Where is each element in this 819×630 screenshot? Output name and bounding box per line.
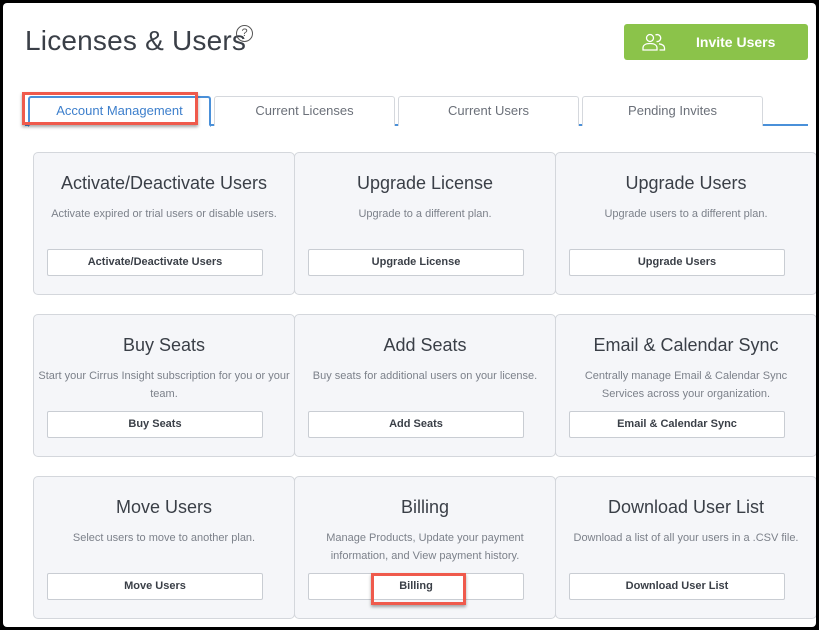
card-title: Upgrade License [356,173,494,193]
card-email-calendar-sync: Email & Calendar Sync Centrally manage E… [555,314,816,457]
page-title: Licenses & Users [25,25,247,56]
card-title: Activate/Deactivate Users [60,173,268,193]
tab-account-management[interactable]: Account Management [28,96,211,127]
move-users-button[interactable]: Move Users [47,573,263,600]
add-seats-button[interactable]: Add Seats [308,411,524,438]
download-user-list-button[interactable]: Download User List [569,573,785,600]
billing-button[interactable]: Billing [308,573,524,600]
card-description: Upgrade to a different plan. [358,208,492,220]
card-title: Billing [400,497,450,517]
card-billing: Billing Manage Products, Update your pay… [294,476,556,619]
card-description: Upgrade users to a different plan. [604,208,768,220]
card-description: Select users to move to another plan. [72,532,256,544]
activate-deactivate-users-button[interactable]: Activate/Deactivate Users [47,249,263,276]
card-title: Upgrade Users [625,173,747,193]
card-description: Centrally manage Email & Calendar Sync S… [584,370,788,400]
card-upgrade-users: Upgrade Users Upgrade users to a differe… [555,152,816,295]
card-move-users: Move Users Select users to move to anoth… [33,476,295,619]
card-buy-seats: Buy Seats Start your Cirrus Insight subs… [33,314,295,457]
card-activate-deactivate-users: Activate/Deactivate Users Activate expir… [33,152,295,295]
buy-seats-button[interactable]: Buy Seats [47,411,263,438]
tab-pending-invites[interactable]: Pending Invites [582,96,763,126]
card-description: Activate expired or trial users or disab… [51,208,277,220]
upgrade-license-button[interactable]: Upgrade License [308,249,524,276]
card-download-user-list: Download User List Download a list of al… [555,476,816,619]
page: Licenses & Users ? Invite Users Account … [3,3,816,627]
card-description: Manage Products, Update your payment inf… [326,532,524,562]
email-calendar-sync-button[interactable]: Email & Calendar Sync [569,411,785,438]
card-title: Add Seats [383,335,467,355]
card-upgrade-license: Upgrade License Upgrade to a different p… [294,152,556,295]
card-title: Email & Calendar Sync [593,335,779,355]
users-icon [642,33,666,51]
card-add-seats: Add Seats Buy seats for additional users… [294,314,556,457]
tab-bar: Account Management Current Licenses Curr… [25,96,808,127]
card-title: Buy Seats [122,335,206,355]
question-circle-icon[interactable]: ? [236,25,253,42]
card-description: Download a list of all your users in a .… [573,532,799,544]
card-description: Start your Cirrus Insight subscription f… [38,370,290,400]
invite-users-label: Invite Users [696,34,776,50]
upgrade-users-button[interactable]: Upgrade Users [569,249,785,276]
invite-users-button[interactable]: Invite Users [624,24,808,60]
tab-current-licenses[interactable]: Current Licenses [214,96,395,126]
card-description: Buy seats for additional users on your l… [312,370,538,382]
tab-current-users[interactable]: Current Users [398,96,579,126]
card-title: Download User List [607,497,765,517]
card-title: Move Users [115,497,213,517]
